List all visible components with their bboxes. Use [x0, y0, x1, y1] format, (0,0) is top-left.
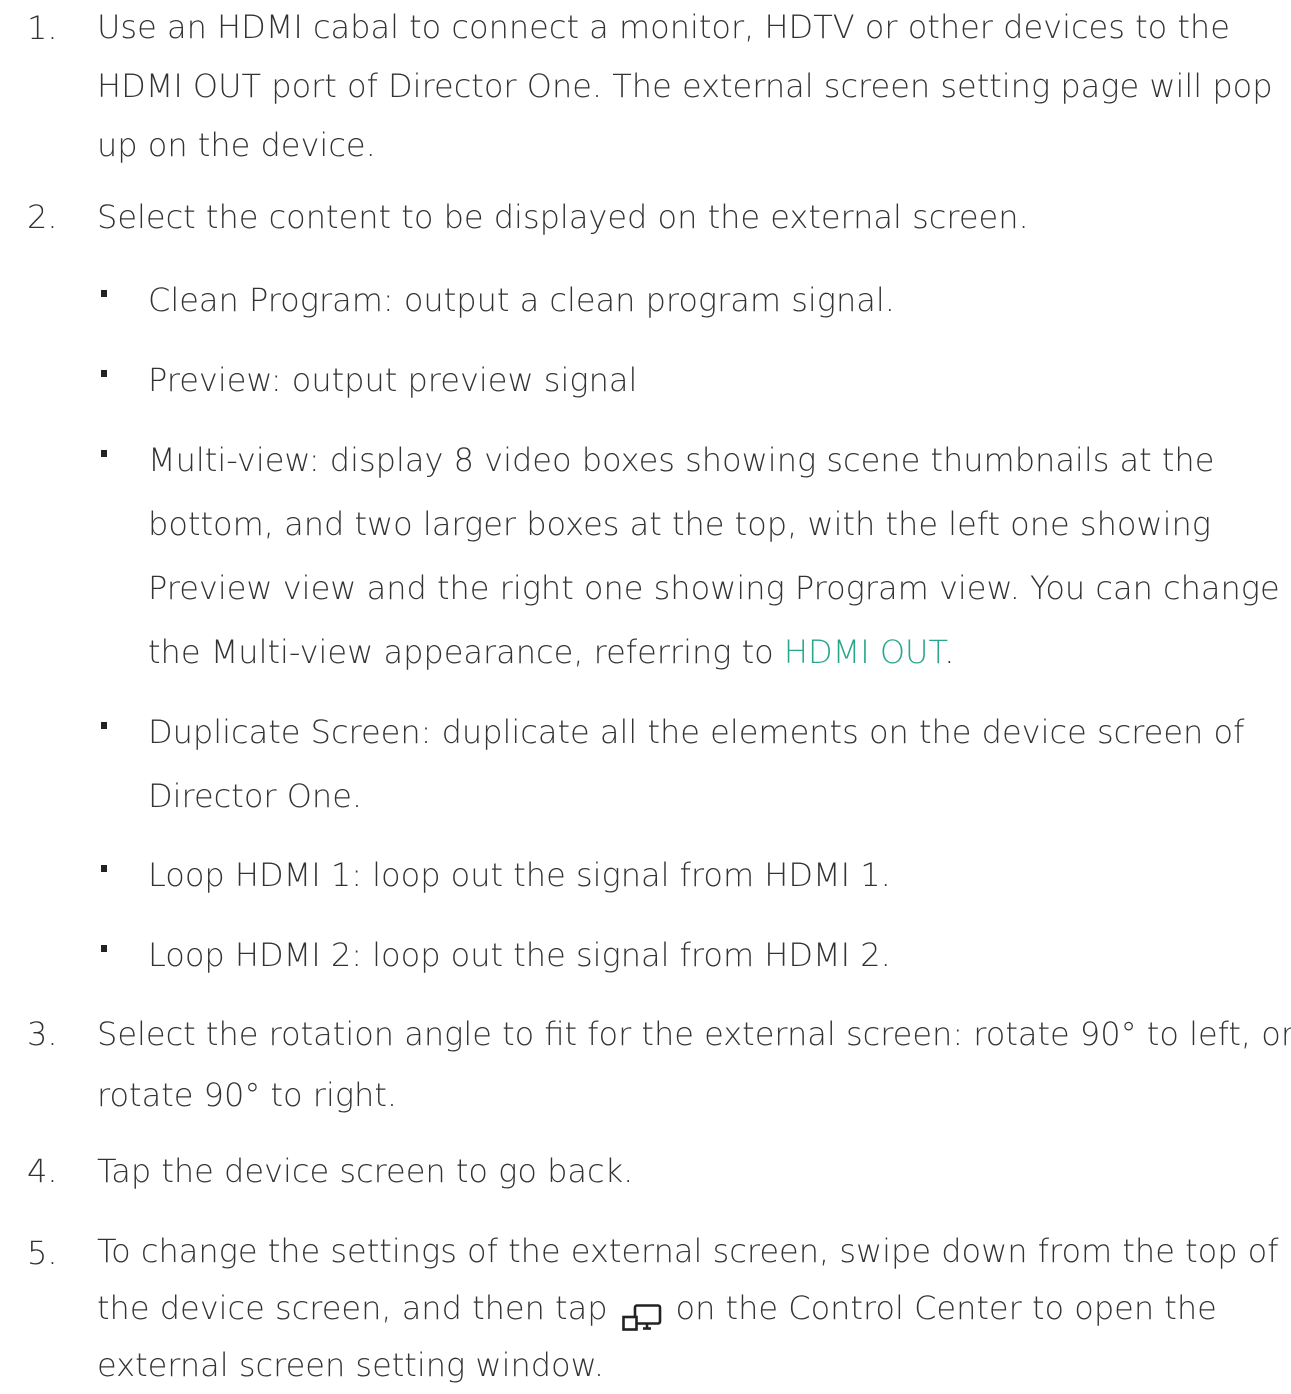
bullet-text: Loop HDMI 2: loop out the signal from HD… — [148, 923, 1271, 987]
bullet-marker — [101, 722, 107, 729]
bullet-line: bottom, and two larger boxes at the top,… — [148, 505, 1211, 543]
step-number: 1. — [27, 9, 58, 47]
bullet-line: the Multi-view appearance, referring to … — [148, 620, 1271, 684]
step-number: 2. — [27, 198, 58, 236]
bullet-marker — [101, 290, 107, 297]
step-line: Select the content to be displayed on th… — [97, 198, 1029, 236]
bullet-line: Duplicate Screen: duplicate all the elem… — [148, 713, 1245, 751]
bullet-text: Duplicate Screen: duplicate all the elem… — [148, 700, 1271, 828]
step-line: Select the rotation angle to fit for the… — [97, 1015, 1291, 1053]
step-line: Tap the device screen to go back. — [97, 1152, 634, 1190]
bullet-text: Loop HDMI 1: loop out the signal from HD… — [148, 843, 1271, 907]
step-line: up on the device. — [97, 126, 376, 164]
step-text: Use an HDMI cabal to connect a monitor, … — [97, 0, 1281, 175]
bullet-line: Multi-view: display 8 video boxes showin… — [148, 441, 1215, 479]
step-line: Use an HDMI cabal to connect a monitor, … — [97, 8, 1230, 46]
step-number: 5. — [27, 1234, 58, 1272]
step-number: 4. — [27, 1152, 58, 1190]
bullet-line: Loop HDMI 1: loop out the signal from HD… — [148, 856, 891, 894]
bullet-line: Director One. — [148, 777, 363, 815]
step-text: Tap the device screen to go back. — [97, 1141, 1281, 1202]
step-line-text: on the Control Center to open the — [675, 1289, 1217, 1327]
bullet-marker — [101, 865, 107, 872]
step-text: To change the settings of the external s… — [97, 1223, 1281, 1394]
step-line-text: the device screen, and then tap — [97, 1289, 608, 1327]
step-text: Select the content to be displayed on th… — [97, 187, 1281, 248]
hdmi-out-link[interactable]: HDMI OUT — [784, 633, 944, 671]
bullet-line-text: . — [944, 633, 955, 671]
bullet-text: Clean Program: output a clean program si… — [148, 268, 1271, 332]
bullet-line: Preview view and the right one showing P… — [148, 569, 1280, 607]
step-line: external screen setting window. — [97, 1346, 605, 1384]
bullet-line-text: the Multi-view appearance, referring to — [148, 633, 784, 671]
step-line: rotate 90° to right. — [97, 1076, 398, 1114]
bullet-text: Multi-view: display 8 video boxes showin… — [148, 428, 1280, 684]
bullet-marker — [101, 945, 107, 952]
step-number: 3. — [27, 1015, 58, 1053]
step-text: Select the rotation angle to fit for the… — [97, 1004, 1291, 1126]
bullet-line: Clean Program: output a clean program si… — [148, 281, 895, 319]
step-line: the device screen, and then tap on the C… — [97, 1280, 1281, 1337]
bullet-marker — [101, 370, 107, 377]
bullet-text: Preview: output preview signal — [148, 348, 1271, 412]
bullet-line: Preview: output preview signal — [148, 361, 638, 399]
step-line: To change the settings of the external s… — [97, 1232, 1279, 1270]
bullet-line: Loop HDMI 2: loop out the signal from HD… — [148, 936, 891, 974]
external-screen-icon — [621, 1293, 662, 1331]
step-line: HDMI OUT port of Director One. The exter… — [97, 67, 1273, 105]
bullet-marker — [101, 450, 107, 457]
